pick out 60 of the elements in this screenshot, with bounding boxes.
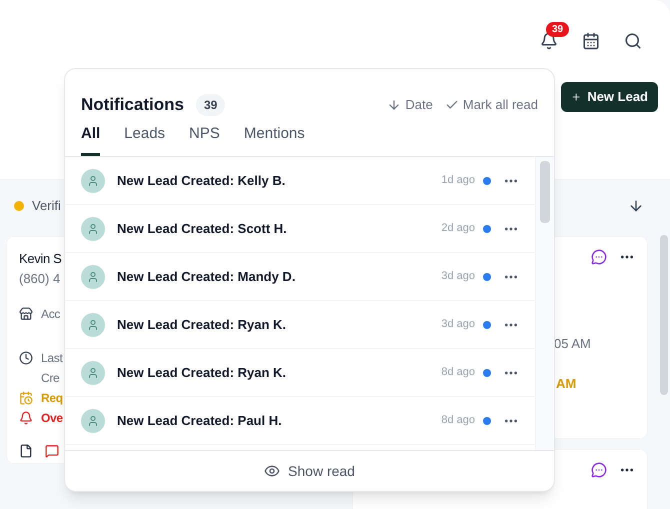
filter-tab[interactable]: Mentions (244, 122, 305, 156)
calendar-clock-icon (19, 391, 33, 405)
avatar-icon (81, 264, 105, 288)
count-badge: 39 (196, 94, 226, 116)
eye-icon (264, 463, 280, 479)
notification-title: New Lead Created: Paul H. (117, 412, 282, 430)
notification-time: 3d ago (441, 269, 475, 284)
filter-tab[interactable]: All (81, 122, 100, 156)
avatar-icon (81, 216, 105, 240)
notification-time: 2d ago (441, 221, 475, 236)
avatar-icon (81, 168, 105, 192)
store-icon (19, 307, 33, 321)
notification-item[interactable]: New Lead Created: Scott H. 2d ago (65, 205, 535, 253)
column-title: Verifi (32, 197, 61, 216)
sort-arrow-icon[interactable] (628, 198, 644, 214)
popover-title: Notifications (81, 94, 184, 116)
lead-detail: Acc (41, 306, 60, 323)
list-scrollbar[interactable] (540, 161, 550, 223)
sort-date-button[interactable]: Date (387, 95, 433, 115)
chat-icon[interactable] (591, 462, 607, 478)
lead-phone: (860) 4 (19, 270, 60, 288)
lead-detail: AM (556, 374, 576, 392)
message-icon[interactable] (45, 444, 59, 458)
notification-item[interactable]: New Lead Created: Paul H. 8d ago (65, 397, 535, 445)
notification-item[interactable]: New Lead Created: Ryan K. 3d ago (65, 301, 535, 349)
notification-time: 8d ago (441, 365, 475, 380)
notification-item[interactable]: New Lead Created: Ryan K. 8d ago (65, 349, 535, 397)
lead-detail: Last (41, 350, 62, 367)
notification-time: 8d ago (441, 413, 475, 428)
lead-detail: Ove (41, 410, 63, 427)
new-lead-button[interactable]: New Lead (561, 82, 658, 112)
calendar-icon[interactable] (582, 32, 600, 50)
lead-detail: Cre (41, 370, 60, 387)
notification-time: 3d ago (441, 317, 475, 332)
notification-title: New Lead Created: Kelly B. (117, 172, 286, 190)
notification-title: New Lead Created: Ryan K. (117, 364, 286, 382)
filter-tab[interactable]: Leads (124, 122, 166, 156)
notification-title: New Lead Created: Mandy D. (117, 268, 296, 286)
notification-time: 1d ago (441, 173, 475, 188)
chat-icon[interactable] (591, 249, 607, 265)
notifications-bell-icon[interactable] (540, 32, 558, 50)
lead-name: Kevin S (19, 250, 62, 268)
avatar-icon (81, 360, 105, 384)
notification-title: New Lead Created: Ryan K. (117, 316, 286, 334)
avatar-icon (81, 312, 105, 336)
search-icon[interactable] (624, 32, 642, 50)
avatar-icon (81, 408, 105, 432)
clock-icon (19, 351, 33, 365)
mark-all-read-button[interactable]: Mark all read (444, 95, 538, 115)
notification-item[interactable]: New Lead Created: Kelly B. 1d ago (65, 157, 535, 205)
notification-title: New Lead Created: Scott H. (117, 220, 287, 238)
notification-badge: 39 (546, 22, 570, 37)
filter-tab[interactable]: NPS (189, 122, 220, 156)
notification-item[interactable]: New Lead Created: Mandy D. 3d ago (65, 253, 535, 301)
lead-detail: 05 AM (554, 335, 591, 353)
bell-icon (19, 411, 33, 425)
file-icon[interactable] (19, 444, 33, 458)
page-scrollbar[interactable] (660, 235, 668, 395)
lead-detail: Req (41, 390, 63, 407)
show-read-button[interactable]: Show read (264, 460, 355, 482)
